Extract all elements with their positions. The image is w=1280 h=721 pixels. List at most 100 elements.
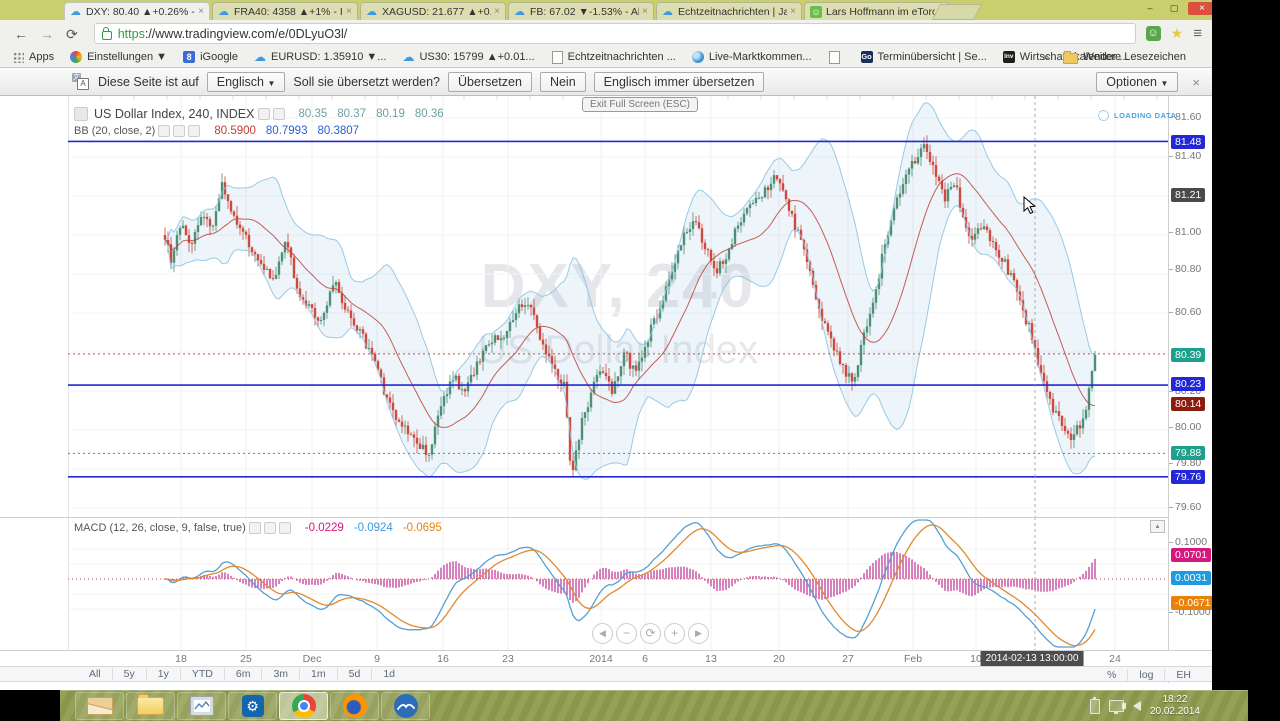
speaker-icon[interactable]: [1133, 701, 1141, 711]
browser-tab[interactable]: ☁FB: 67.02 ▼-1.53% - Aktie×: [508, 2, 654, 20]
pane-separator[interactable]: [0, 517, 1212, 518]
translate-action-button[interactable]: Übersetzen: [448, 72, 532, 92]
taskbar-app-chrome[interactable]: [279, 692, 328, 720]
range-button[interactable]: 5d: [338, 668, 373, 680]
legend-eye-icon[interactable]: [273, 108, 285, 120]
bookmark-item[interactable]: Live-Marktkommen...: [692, 51, 812, 64]
taskbar-app-openoffice[interactable]: [381, 692, 430, 720]
time-axis[interactable]: 2014-02-13 13:00:00 1825Dec9162320146132…: [0, 650, 1212, 667]
bb-eye-icon[interactable]: [173, 125, 185, 137]
browser-tab[interactable]: ☺Lars Hoffmann im eToro C×: [804, 2, 950, 20]
bookmark-label: Einstellungen ▼: [87, 51, 167, 63]
symbol-title[interactable]: US Dollar Index, 240, INDEX: [94, 107, 255, 121]
bookmark-item[interactable]: ☁US30: 15799 ▲+0.01...: [402, 51, 534, 64]
maximize-button[interactable]: ▢: [1164, 2, 1184, 15]
translate-bar-right: Optionen ▼ ×: [1096, 68, 1200, 96]
taskbar-app-file-explorer[interactable]: [126, 692, 175, 720]
tab-close-icon[interactable]: ×: [494, 6, 500, 17]
browser-tab[interactable]: ☁Echtzeitnachrichten | Jand×: [656, 2, 802, 20]
tradingview-cloud-favicon: ☁: [70, 6, 82, 18]
time-tick-label: 20: [773, 653, 785, 665]
other-bookmarks-folder[interactable]: Weitere Lesezeichen: [1063, 51, 1186, 64]
bookmarks-overflow-icon[interactable]: »: [1043, 50, 1050, 64]
taskbar-app-settings-app[interactable]: ⚙: [228, 692, 277, 720]
time-tick-label: 9: [374, 653, 380, 665]
translate-prefix: Diese Seite ist auf: [98, 75, 199, 89]
reload-icon[interactable]: ⟳: [66, 27, 78, 41]
ohlc-values: 80.3580.3780.1980.36: [299, 108, 444, 120]
tab-close-icon[interactable]: ×: [642, 6, 648, 17]
zoom-out-button[interactable]: −: [616, 623, 637, 644]
extension-icon[interactable]: ☺: [1146, 26, 1161, 41]
taskbar-app-email-client[interactable]: [75, 692, 124, 720]
macd-close-icon[interactable]: [279, 522, 291, 534]
new-tab-button[interactable]: [932, 4, 983, 20]
taskbar-app-firefox[interactable]: [330, 692, 379, 720]
range-button[interactable]: 5y: [113, 668, 147, 680]
loading-indicator: LOADING DATA: [1098, 110, 1176, 121]
range-button[interactable]: 1d: [372, 668, 406, 680]
scroll-left-button[interactable]: ◀: [592, 623, 613, 644]
scroll-right-button[interactable]: ▶: [688, 623, 709, 644]
zoom-in-button[interactable]: +: [664, 623, 685, 644]
range-button[interactable]: All: [78, 668, 113, 680]
translate-bar-close-icon[interactable]: ×: [1192, 75, 1200, 90]
price-tick-label: 80.60: [1175, 306, 1201, 319]
macd-collapse-button[interactable]: ▴: [1150, 520, 1165, 533]
options-dropdown[interactable]: Optionen ▼: [1096, 72, 1178, 92]
range-button[interactable]: 1y: [147, 668, 181, 680]
bb-values: 80.590080.799380.3807: [214, 125, 359, 137]
language-dropdown[interactable]: Englisch ▼: [207, 72, 286, 92]
browser-tab[interactable]: ☁XAGUSD: 21.677 ▲+0.83%×: [360, 2, 506, 20]
browser-tab[interactable]: ☁DXY: 80.40 ▲+0.26% - For×: [64, 2, 210, 20]
bookmark-star-icon[interactable]: ★: [1171, 25, 1184, 42]
bookmark-item[interactable]: Apps: [12, 51, 54, 64]
bookmark-item[interactable]: GoTerminübersicht | Se...: [861, 51, 987, 64]
symbol-icon[interactable]: [74, 107, 88, 121]
bookmark-label: US30: 15799 ▲+0.01...: [419, 51, 534, 63]
tab-close-icon[interactable]: ×: [790, 6, 796, 17]
legend-settings-icon[interactable]: [258, 108, 270, 120]
tab-close-icon[interactable]: ×: [346, 6, 352, 17]
range-button[interactable]: 3m: [262, 668, 300, 680]
bookmark-item[interactable]: ☁EURUSD: 1.35910 ▼...: [254, 51, 386, 64]
tab-close-icon[interactable]: ×: [198, 6, 204, 17]
back-icon[interactable]: ←: [14, 27, 28, 41]
close-window-button[interactable]: ×: [1188, 2, 1212, 15]
macd-eye-icon[interactable]: [264, 522, 276, 534]
time-tick-label: 18: [175, 653, 187, 665]
scale-button[interactable]: log: [1128, 669, 1165, 681]
bb-settings-icon[interactable]: [158, 125, 170, 137]
taskbar-app-chart-app[interactable]: [177, 692, 226, 720]
range-button[interactable]: 6m: [225, 668, 263, 680]
browser-menu-icon[interactable]: ≡: [1193, 25, 1202, 42]
lock-icon: [102, 31, 112, 40]
minimize-button[interactable]: –: [1140, 2, 1160, 15]
bb-close-icon[interactable]: [188, 125, 200, 137]
bb-indicator-label[interactable]: BB (20, close, 2): [74, 125, 155, 137]
taskbar-clock[interactable]: 18:22 20.02.2014: [1150, 694, 1200, 719]
reset-view-button[interactable]: ⟳: [640, 623, 661, 644]
bookmark-item[interactable]: [828, 51, 845, 64]
time-tick-label: 6: [642, 653, 648, 665]
macd-indicator-label[interactable]: MACD (12, 26, close, 9, false, true): [74, 522, 246, 534]
translate-action-button[interactable]: Englisch immer übersetzen: [594, 72, 765, 92]
range-button[interactable]: 1m: [300, 668, 338, 680]
candlestick-chart[interactable]: [68, 96, 1168, 517]
forward-icon[interactable]: →: [40, 27, 54, 41]
macd-settings-icon[interactable]: [249, 522, 261, 534]
bookmark-label: EURUSD: 1.35910 ▼...: [271, 51, 386, 63]
bookmark-item[interactable]: Echtzeitnachrichten ...: [551, 51, 676, 64]
scale-button[interactable]: EH: [1165, 669, 1202, 681]
bookmark-item[interactable]: Einstellungen ▼: [70, 51, 167, 64]
price-axis[interactable]: 81.6081.4081.0080.8080.6080.2080.0079.80…: [1168, 96, 1212, 683]
bookmark-item[interactable]: 8iGoogle: [183, 51, 238, 64]
browser-tab[interactable]: ☁FRA40: 4358 ▲+1% - Indiz×: [212, 2, 358, 20]
browser-window: ☁DXY: 80.40 ▲+0.26% - For×☁FRA40: 4358 ▲…: [0, 0, 1212, 690]
window-controls: – ▢ ×: [1140, 2, 1212, 15]
scale-button[interactable]: %: [1096, 669, 1128, 681]
battery-icon[interactable]: [1090, 699, 1100, 714]
url-input[interactable]: https://www.tradingview.com/e/0DLyuO3l/: [94, 23, 1136, 44]
translate-action-button[interactable]: Nein: [540, 72, 586, 92]
range-button[interactable]: YTD: [181, 668, 225, 680]
